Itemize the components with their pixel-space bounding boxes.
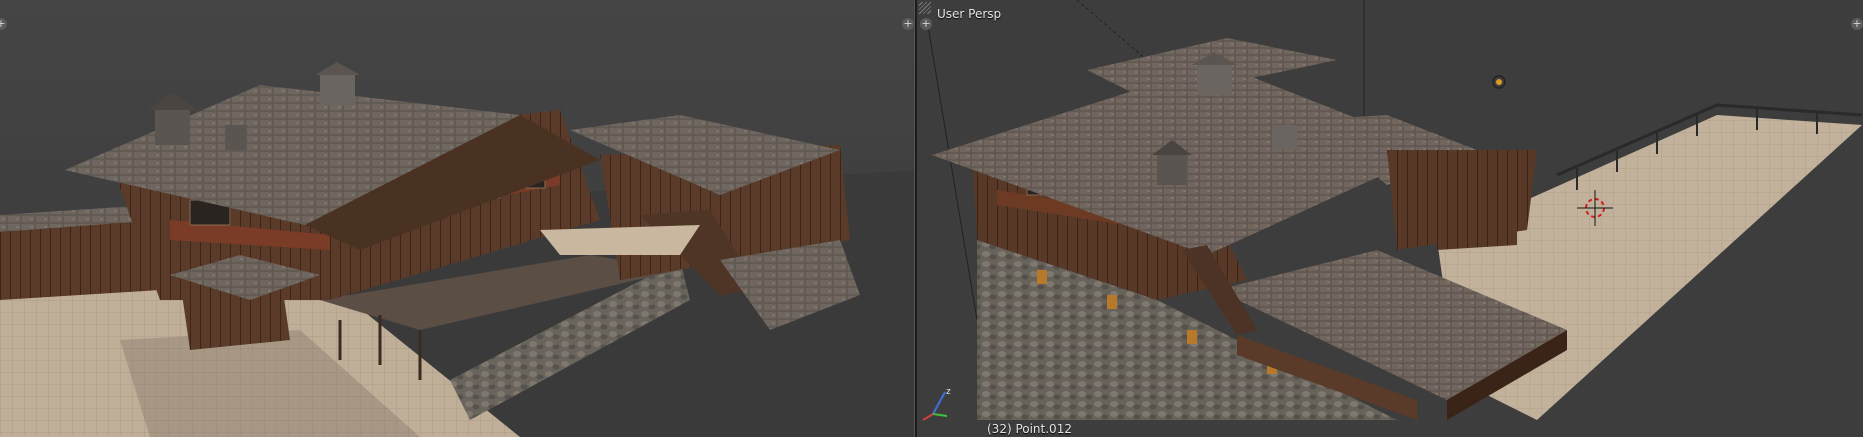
- viewport-split-plus-icon[interactable]: +: [1851, 18, 1863, 30]
- right-scene-render[interactable]: [917, 0, 1863, 437]
- left-scene-render[interactable]: [0, 0, 914, 437]
- viewport-split-plus-icon[interactable]: +: [920, 18, 932, 30]
- blender-window: + + + + User Persp z (32) Point.012: [0, 0, 1863, 437]
- viewport-split-plus-icon[interactable]: +: [902, 18, 914, 30]
- lamp-icon[interactable]: [1489, 72, 1509, 92]
- viewport-corner-hatch-icon[interactable]: [919, 2, 931, 14]
- viewport-left[interactable]: + +: [0, 0, 914, 437]
- view-mode-label: User Persp: [937, 7, 1002, 21]
- object-status-label: (32) Point.012: [987, 422, 1072, 436]
- axis-z-line: [932, 391, 946, 415]
- axis-y-line: [932, 413, 948, 417]
- viewport-right[interactable]: + + User Persp z (32) Point.012: [917, 0, 1863, 437]
- axis-gizmo: z: [922, 387, 951, 421]
- 3d-cursor-icon[interactable]: [1577, 190, 1613, 226]
- axis-x-line: [922, 413, 934, 421]
- axis-z-label: z: [946, 387, 951, 397]
